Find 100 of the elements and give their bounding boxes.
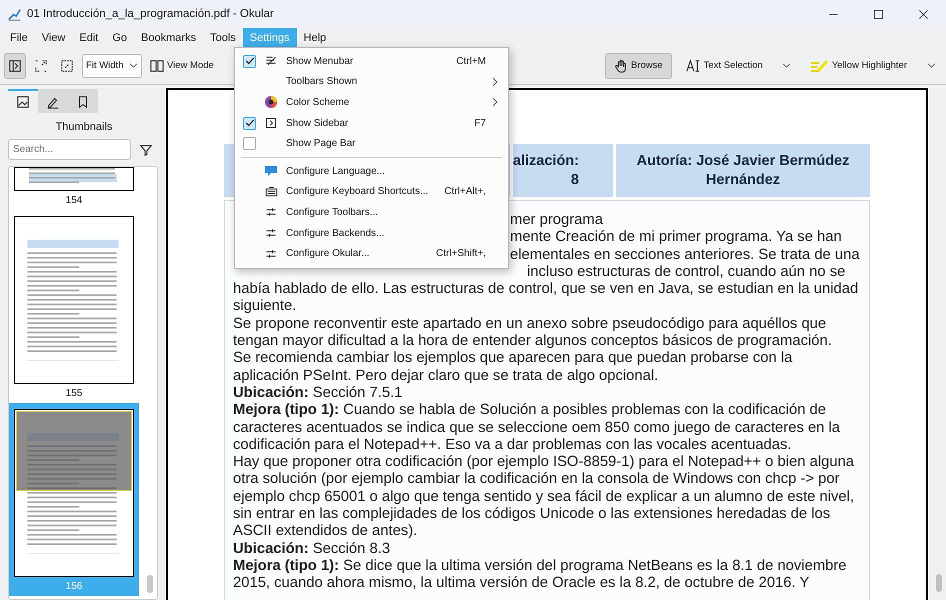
maximize-icon	[873, 8, 884, 20]
menu-label: Toolbars Shown	[286, 76, 358, 88]
page-number: 156	[66, 581, 82, 592]
search-field[interactable]: Search...	[8, 139, 131, 160]
text-line: aplicación PSeInt. Pero dejar claro que se trata de algo opcional.	[233, 368, 658, 385]
text-cursor-icon	[684, 58, 701, 72]
tool-button[interactable]: Browse	[604, 52, 672, 78]
shortcut-text: Ctrl+M	[456, 56, 486, 67]
menu-label: Color Scheme	[286, 96, 350, 108]
text-line: elementales en secciones anteriores. Se trata de una	[510, 246, 860, 264]
filter-icon	[139, 142, 153, 156]
sliders-icon	[265, 227, 277, 240]
menu-title[interactable]: File	[3, 28, 35, 47]
caret-icon	[129, 61, 138, 70]
shortcut-text: Ctrl+Shift+,	[436, 248, 486, 260]
menu-label: Configure Keyboard Shortcuts...	[286, 186, 430, 198]
chevron-right-icon	[490, 76, 500, 87]
keyboard-icon	[264, 186, 278, 198]
menu-label: Configure Okular...	[286, 248, 370, 260]
menubar-icon	[265, 55, 277, 68]
sidebar-icon	[265, 117, 277, 130]
color-wheel-icon	[265, 96, 277, 108]
menu-title[interactable]: Help	[296, 28, 334, 47]
text-line: caracteres acentuados se indica que se seleccione oem 850 como juego de caracteres en la	[233, 420, 840, 437]
sliders-icon	[265, 248, 277, 260]
text-line: siguiente.	[233, 298, 296, 316]
text-line: Mejora (tipo 1): Cuando se habla de Solución a posibles problemas con la codificación de	[233, 402, 826, 420]
text-line: otra solución (por ejemplo cambiar la codificación en la consola de Windows con chcp -> por	[233, 471, 840, 489]
menu-item[interactable]: Color Scheme	[235, 92, 508, 113]
menu-label: Configure Language...	[286, 166, 386, 177]
text-line: sin entrar en las complejidades de los códigos Unicode o las extensiones heredadas de los	[233, 506, 830, 524]
view-mode-button[interactable]: View Mode	[146, 52, 218, 78]
shortcut-text: F7	[474, 118, 486, 129]
highlighter-icon	[810, 58, 829, 72]
zoom-dropdown[interactable]: Fit Width	[82, 54, 142, 78]
text-line: Se propone reconventir este apartado en un anexo sobre pseudocódigo para aquéllos que	[233, 316, 826, 334]
menu-label: Configure Toolbars...	[286, 206, 380, 218]
menu-title[interactable]: Go	[105, 28, 134, 47]
header-text: Hernández	[706, 170, 780, 190]
menu-item[interactable]: Show Sidebar F7	[235, 112, 508, 134]
image-icon	[16, 95, 30, 109]
menu-title[interactable]: View	[34, 28, 72, 47]
menu-item[interactable]: Show Page Bar	[235, 133, 508, 154]
check-icon	[244, 118, 254, 128]
text-line: Se recomienda cambiar los ejemplos que aparecen para que puedan probarse con la	[233, 350, 792, 368]
menu-item[interactable]: Configure Toolbars...	[235, 202, 508, 223]
menu-title[interactable]: Edit	[72, 28, 106, 47]
text-line: Ubicación: Sección 7.5.1	[233, 384, 402, 402]
text-line: ASCII extendidos de antes).	[233, 523, 418, 541]
text-line: mer programa	[510, 212, 603, 230]
shortcut-text: Ctrl+Alt+,	[444, 186, 486, 198]
menu-label: Show Page Bar	[286, 138, 356, 150]
checkbox[interactable]	[243, 54, 256, 68]
checkbox[interactable]	[243, 116, 256, 130]
text-line: ejemplo chcp 65001 o algo que tenga sentido y sea fácil de explicar a un alumno de este nivel,	[233, 488, 854, 506]
chevron-right-icon	[490, 97, 500, 108]
scrollbar-thumb[interactable]	[936, 574, 942, 592]
bookmark-icon	[76, 95, 90, 109]
text-line: 2015, cuando ahora mismo, la ultima versión de Oracle es la 8.2, de octubre de 2016. Y	[233, 575, 810, 593]
checkbox[interactable]	[243, 137, 256, 150]
text-line: tengan mayor dificultad a la hora de entender algunos conceptos básicos de programación.	[233, 333, 832, 350]
menu-item[interactable]: Toolbars Shown	[235, 72, 508, 92]
pen-icon	[46, 95, 60, 109]
viewport-overlay[interactable]	[16, 411, 132, 491]
expand-icon	[34, 58, 48, 72]
menu-label: Configure Backends...	[286, 228, 386, 239]
menu-label: Show Sidebar	[286, 118, 350, 129]
sidebar-toggle-button[interactable]	[4, 52, 26, 78]
check-icon	[244, 56, 254, 66]
text-line: mente Creación de mi primer programa. Ya se han	[510, 229, 842, 247]
columns-icon	[150, 58, 164, 72]
speech-bubble-icon	[265, 165, 277, 178]
menu-label: Show Menubar	[286, 56, 354, 67]
menu-item[interactable]: Configure Keyboard Shortcuts... Ctrl+Alt+,	[235, 182, 508, 202]
header-text: Autoría: José Javier Bermúdez	[636, 152, 850, 170]
app-icon	[8, 8, 21, 20]
sidebar-tab[interactable]	[38, 89, 68, 113]
scrollbar-thumb[interactable]	[147, 575, 153, 593]
menu-item[interactable]: Configure Okular... Ctrl+Shift+,	[235, 243, 508, 264]
sidebar-tab[interactable]	[68, 89, 98, 113]
header-text: alización:	[512, 152, 579, 170]
shrink-icon	[60, 58, 74, 72]
menu-item[interactable]: Show Menubar Ctrl+M	[235, 51, 508, 72]
menu-item[interactable]: Configure Language...	[235, 160, 508, 182]
text-line: había hablado de ello. Las estructuras de control, que se ven en Java, se estudian en la unidad	[233, 281, 858, 298]
menu-title[interactable]: Bookmarks	[134, 28, 204, 47]
tool-button[interactable]: Yellow Highlighter	[802, 52, 916, 78]
text-line: Ubicación: Sección 8.3	[233, 540, 390, 558]
text-line: Mejora (tipo 1): Se dice que la ultima versión del programa NetBeans es la 8.1 de noviembre	[233, 558, 847, 576]
text-line: Hay que proponer otra codificación (por ejemplo ISO-8859-1) para el Notepad++ o bien alguna	[233, 454, 854, 472]
page-number: 155	[66, 388, 82, 399]
tool-button[interactable]: Text Selection	[676, 52, 772, 78]
text-line: incluso estructuras de control, cuando aún no se	[527, 264, 846, 282]
menu-title[interactable]: Tools	[203, 28, 243, 47]
caret-icon	[782, 61, 792, 70]
window-title: 01 Introducción_a_la_programación.pdf - Okular	[27, 8, 275, 20]
menu-item[interactable]: Configure Backends...	[235, 222, 508, 244]
sidebar-icon	[8, 58, 22, 72]
hand-icon	[614, 58, 628, 72]
close-icon	[918, 8, 929, 20]
